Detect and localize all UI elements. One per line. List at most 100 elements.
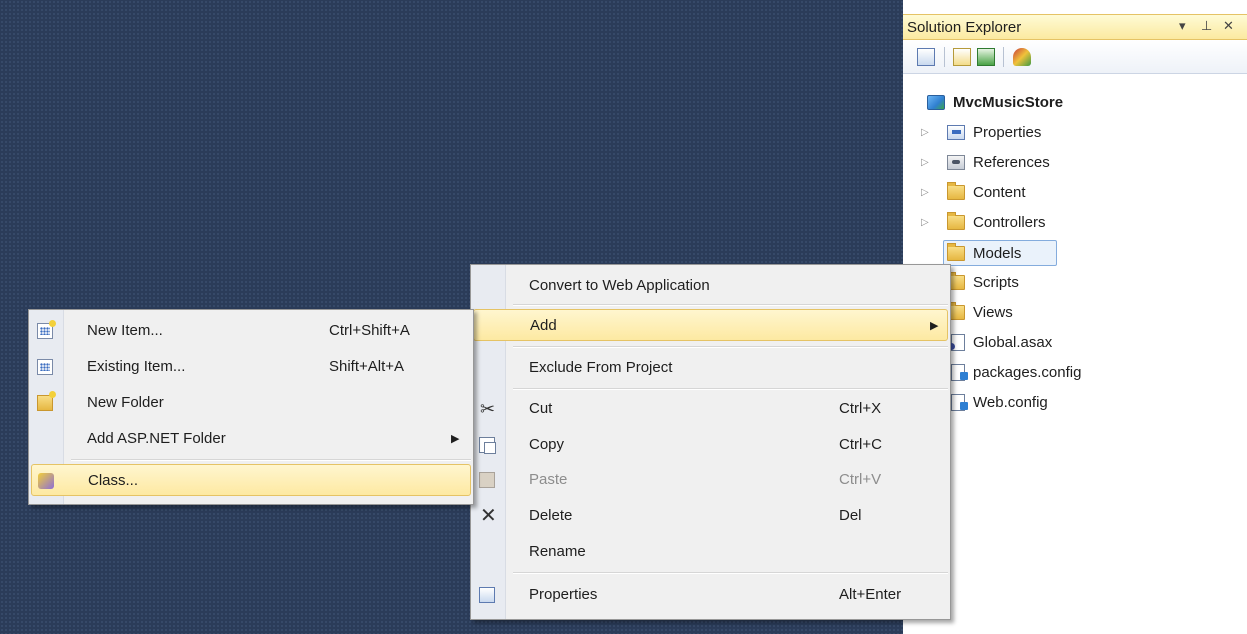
menu-item-label: Delete (529, 507, 573, 524)
new-folder-icon (37, 391, 56, 411)
csharp-project-icon (927, 95, 945, 110)
new-item-icon (37, 320, 56, 339)
menu-item-convert-to-web-application[interactable]: Convert to Web Application (473, 270, 948, 302)
menu-item-shortcut: Ctrl+Shift+A (329, 322, 410, 339)
paste-icon (479, 472, 495, 488)
refresh-icon[interactable] (977, 48, 995, 66)
menu-separator (513, 346, 948, 348)
menu-item-label: New Folder (87, 394, 164, 411)
tree-item-content[interactable]: ▷ Content (903, 180, 1247, 206)
scissors-icon: ✂ (480, 399, 496, 419)
menu-item-new-folder[interactable]: New Folder (31, 387, 471, 419)
menu-item-cut[interactable]: ✂ Cut Ctrl+X (473, 393, 948, 425)
pin-icon[interactable]: ⊥ (1201, 18, 1212, 34)
tree-item-label: Web.config (973, 394, 1048, 411)
menu-item-add-aspnet-folder[interactable]: Add ASP.NET Folder ▶ (31, 423, 471, 455)
menu-item-label: Class... (88, 472, 139, 489)
menu-item-existing-item[interactable]: Existing Item... Shift+Alt+A (31, 351, 471, 383)
add-submenu: New Item... Ctrl+Shift+A Existing Item..… (28, 309, 474, 505)
global-asax-icon (948, 334, 965, 351)
menu-item-label: Add (530, 317, 557, 334)
toolbar-separator (1003, 47, 1004, 67)
menu-separator (513, 572, 948, 574)
menu-item-shortcut: Ctrl+V (839, 471, 882, 488)
class-icon (38, 473, 54, 489)
menu-item-exclude-from-project[interactable]: Exclude From Project (473, 352, 948, 384)
references-icon (947, 155, 965, 170)
tree-item-controllers[interactable]: ▷ Controllers (903, 210, 1247, 236)
toolbar-separator (944, 47, 945, 67)
menu-separator (513, 304, 948, 306)
show-all-files-icon[interactable] (953, 48, 971, 66)
expand-arrow-icon[interactable]: ▷ (921, 150, 931, 176)
menu-separator (71, 459, 471, 461)
menu-item-label: Copy (529, 436, 565, 453)
menu-item-paste[interactable]: Paste Ctrl+V (473, 464, 948, 496)
menu-item-new-item[interactable]: New Item... Ctrl+Shift+A (31, 315, 471, 347)
expand-arrow-icon[interactable]: ▷ (921, 210, 931, 236)
folder-icon (947, 212, 965, 230)
menu-item-label: Rename (529, 543, 586, 560)
menu-item-shortcut: Ctrl+X (839, 400, 882, 417)
menu-item-class[interactable]: Class... (31, 464, 471, 496)
menu-item-properties[interactable]: Properties Alt+Enter (473, 579, 948, 611)
tree-item-label: Properties (973, 124, 1042, 141)
folder-icon (947, 182, 965, 200)
tree-item-models[interactable]: Models (943, 240, 1057, 266)
tree-item-label: Content (973, 184, 1026, 201)
folder-icon (947, 243, 965, 261)
menu-item-label: Existing Item... (87, 358, 186, 375)
nest-related-files-icon[interactable] (1013, 48, 1031, 66)
submenu-arrow-icon: ▶ (451, 433, 460, 445)
properties-toolbar-icon[interactable] (917, 48, 935, 66)
menu-item-add[interactable]: Add ▶ (473, 309, 948, 341)
delete-icon: ✕ (480, 505, 497, 527)
tree-item-label: Views (973, 304, 1013, 321)
menu-item-delete[interactable]: ✕ Delete Del (473, 500, 948, 532)
tree-item-references[interactable]: ▷ References (903, 150, 1247, 176)
tree-item-label: Controllers (973, 214, 1046, 231)
menu-item-shortcut: Del (839, 507, 862, 524)
tree-item-label: Models (973, 245, 1022, 262)
menu-separator (513, 388, 948, 390)
properties-icon (947, 125, 965, 140)
solution-explorer-titlebar: Solution Explorer ▾ ⊥ ✕ (903, 14, 1247, 40)
dropdown-arrow-icon[interactable]: ▾ (1179, 18, 1186, 34)
config-file-icon (951, 364, 968, 381)
menu-item-rename[interactable]: Rename (473, 536, 948, 568)
menu-item-label: New Item... (87, 322, 163, 339)
tree-item-label: packages.config (973, 364, 1082, 381)
tree-item-packages-config[interactable]: packages.config (903, 360, 1247, 386)
menu-item-shortcut: Alt+Enter (839, 586, 902, 603)
copy-icon (479, 437, 496, 454)
expand-arrow-icon[interactable]: ▷ (921, 120, 931, 146)
config-file-icon (951, 394, 968, 411)
close-icon[interactable]: ✕ (1223, 18, 1234, 34)
submenu-arrow-icon: ▶ (930, 320, 939, 332)
properties-icon (479, 587, 495, 603)
solution-explorer-title: Solution Explorer (907, 19, 1022, 36)
tree-item-views[interactable]: Views (903, 300, 1247, 326)
menu-item-shortcut: Shift+Alt+A (329, 358, 405, 375)
tree-item-label: Scripts (973, 274, 1019, 291)
solution-explorer-panel: Solution Explorer ▾ ⊥ ✕ MvcMusicStore ▷ … (903, 14, 1247, 634)
menu-item-label: Exclude From Project (529, 359, 673, 376)
menu-item-label: Add ASP.NET Folder (87, 430, 226, 447)
tree-item-project[interactable]: MvcMusicStore (903, 90, 1247, 116)
menu-item-label: Cut (529, 400, 553, 417)
project-name: MvcMusicStore (953, 94, 1064, 111)
tree-item-web-config[interactable]: Web.config (903, 390, 1247, 416)
menu-item-label: Properties (529, 586, 598, 603)
tree-item-properties[interactable]: ▷ Properties (903, 120, 1247, 146)
menu-item-shortcut: Ctrl+C (839, 436, 882, 453)
menu-item-label: Convert to Web Application (529, 277, 710, 294)
menu-item-label: Paste (529, 471, 568, 488)
tree-item-label: References (973, 154, 1050, 171)
tree-item-global-asax[interactable]: Global.asax (903, 330, 1247, 356)
tree-item-scripts[interactable]: Scripts (903, 270, 1247, 296)
existing-item-icon (37, 359, 53, 375)
solution-explorer-toolbar (903, 40, 1247, 74)
tree-item-label: Global.asax (973, 334, 1053, 351)
expand-arrow-icon[interactable]: ▷ (921, 180, 931, 206)
menu-item-copy[interactable]: Copy Ctrl+C (473, 429, 948, 461)
